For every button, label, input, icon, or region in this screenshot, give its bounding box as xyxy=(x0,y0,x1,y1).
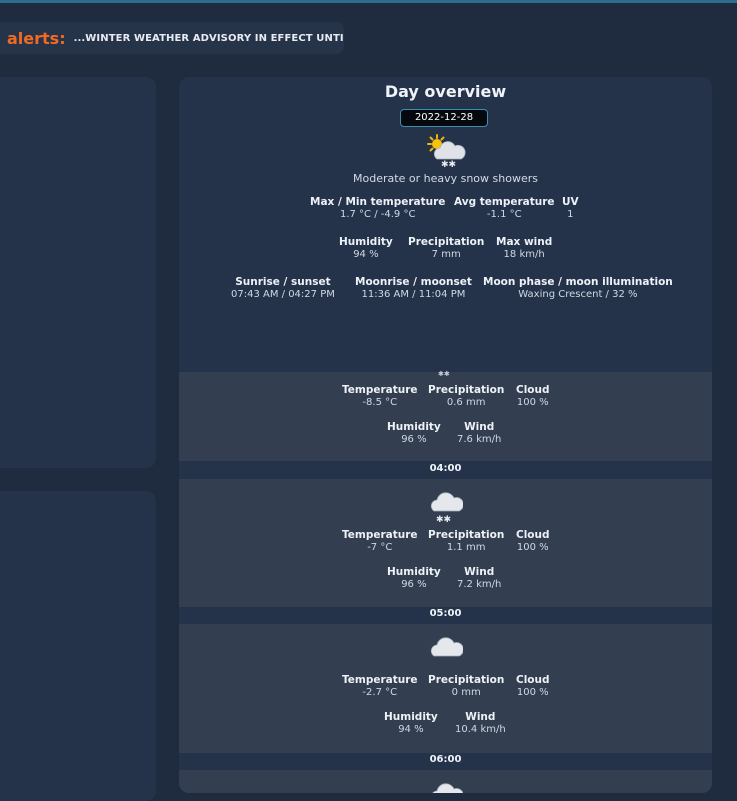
day-overview-card: Day overview ✱✱ Moderate or heavy snow s… xyxy=(179,77,712,793)
svg-text:✱✱: ✱✱ xyxy=(436,515,451,523)
left-panel-top xyxy=(0,77,156,468)
hour-time-label: 04:00 xyxy=(429,463,462,474)
hour-time-label: 06:00 xyxy=(429,754,462,765)
hour-wind: Wind 7.2 km/h xyxy=(457,566,501,590)
uv-label: UV xyxy=(562,196,579,208)
avg-temperature-label: Avg temperature xyxy=(454,196,555,208)
alerts-label: alerts: xyxy=(7,28,66,48)
left-panel-bottom xyxy=(0,491,156,801)
sunrise-sunset-value: 07:43 AM / 04:27 PM xyxy=(231,289,335,300)
hour-precipitation-value: 0 mm xyxy=(451,687,481,698)
svg-text:✱✱: ✱✱ xyxy=(438,370,450,376)
day-overview-title: Day overview xyxy=(384,82,507,101)
hour-wind-label: Wind xyxy=(464,566,495,578)
moonrise-moonset-label: Moonrise / moonset xyxy=(355,276,472,288)
hour-humidity-value: 96 % xyxy=(401,434,427,445)
hour-cloud: Cloud 100 % xyxy=(516,674,550,698)
sun-cloud-snow-icon: ✱✱ xyxy=(427,134,466,169)
hour-temperature-label: Temperature xyxy=(342,529,418,541)
uv-value: 1 xyxy=(567,209,574,220)
moonrise-moonset: Moonrise / moonset 11:36 AM / 11:04 PM xyxy=(355,276,472,300)
humidity-value: 94 % xyxy=(353,249,379,260)
hourly-block: ✱✱ Temperature -7 °C Precipitation 1.1 m… xyxy=(179,479,712,607)
hour-cloud-value: 100 % xyxy=(516,397,549,408)
hour-precipitation: Precipitation 0 mm xyxy=(428,674,504,698)
cloud-snow-icon: ✱✱ xyxy=(430,492,463,523)
hour-humidity: Humidity 96 % xyxy=(387,566,441,590)
hour-temperature: Temperature -8.5 °C xyxy=(342,384,418,408)
hourly-block: Temperature -2.7 °C Precipitation 0 mm C… xyxy=(179,624,712,753)
hour-wind-label: Wind xyxy=(465,711,496,723)
hour-cloud-value: 100 % xyxy=(516,542,549,553)
hour-precipitation-label: Precipitation xyxy=(428,529,505,541)
hourly-block: ✱✱ Temperature -8.5 °C Precipitation 0.6… xyxy=(179,370,712,461)
alerts-banner: alerts: ...WINTER WEATHER ADVISORY IN EF… xyxy=(0,22,344,54)
max-min-temperature-value: 1.7 °C / -4.9 °C xyxy=(339,209,416,220)
hour-precipitation-value: 1.1 mm xyxy=(446,542,486,553)
avg-temperature-value: -1.1 °C xyxy=(486,209,522,220)
hour-wind-label: Wind xyxy=(464,421,495,433)
hour-humidity-label: Humidity xyxy=(387,421,441,433)
condition-text: Moderate or heavy snow showers xyxy=(353,172,538,185)
hour-wind: Wind 7.6 km/h xyxy=(457,421,501,445)
hour-wind-value: 7.6 km/h xyxy=(457,434,502,445)
hour-temperature-value: -8.5 °C xyxy=(362,397,398,408)
cloud-snow-icon: ✱✱ xyxy=(438,370,450,376)
moonrise-moonset-value: 11:36 AM / 11:04 PM xyxy=(361,289,466,300)
hour-cloud-label: Cloud xyxy=(516,529,550,541)
hour-temperature: Temperature -2.7 °C xyxy=(342,674,418,698)
moon-phase-value: Waxing Crescent / 32 % xyxy=(518,289,638,300)
alerts-ticker-text: ...WINTER WEATHER ADVISORY IN EFFECT UNT… xyxy=(73,32,344,44)
precipitation-value: 7 mm xyxy=(431,249,461,260)
cloud-icon xyxy=(430,637,463,657)
max-wind: Max wind 18 km/h xyxy=(496,236,552,260)
hour-cloud-label: Cloud xyxy=(516,674,550,686)
hour-temperature-label: Temperature xyxy=(342,674,418,686)
max-wind-value: 18 km/h xyxy=(503,249,545,260)
max-min-temperature-label: Max / Min temperature xyxy=(310,196,446,208)
hour-temperature-value: -2.7 °C xyxy=(362,687,398,698)
hour-cloud: Cloud 100 % xyxy=(516,384,550,408)
hour-temperature-label: Temperature xyxy=(342,384,418,396)
avg-temperature: Avg temperature -1.1 °C xyxy=(454,196,555,220)
moon-phase-label: Moon phase / moon illumination xyxy=(483,276,673,288)
hour-humidity: Humidity 94 % xyxy=(384,711,438,735)
precipitation-label: Precipitation xyxy=(408,236,485,248)
humidity-label: Humidity xyxy=(339,236,393,248)
hour-humidity: Humidity 96 % xyxy=(387,421,441,445)
hour-temperature: Temperature -7 °C xyxy=(342,529,418,553)
hour-cloud: Cloud 100 % xyxy=(516,529,550,553)
date-picker-input[interactable] xyxy=(400,109,488,127)
moon-phase-illumination: Moon phase / moon illumination Waxing Cr… xyxy=(483,276,673,300)
hour-humidity-value: 94 % xyxy=(398,724,424,735)
max-min-temperature: Max / Min temperature 1.7 °C / -4.9 °C xyxy=(310,196,445,220)
hour-cloud-value: 100 % xyxy=(516,687,549,698)
sunrise-sunset-label: Sunrise / sunset xyxy=(235,276,331,288)
hour-humidity-label: Humidity xyxy=(387,566,441,578)
hour-precipitation-label: Precipitation xyxy=(428,384,505,396)
hour-precipitation-value: 0.6 mm xyxy=(446,397,486,408)
sunrise-sunset: Sunrise / sunset 07:43 AM / 04:27 PM xyxy=(231,276,335,300)
hour-time-label: 05:00 xyxy=(429,608,462,619)
max-wind-label: Max wind xyxy=(496,236,553,248)
precipitation: Precipitation 7 mm xyxy=(408,236,484,260)
cloud-icon xyxy=(432,783,463,793)
humidity: Humidity 94 % xyxy=(339,236,393,260)
hourly-block xyxy=(179,770,712,793)
hour-temperature-value: -7 °C xyxy=(367,542,393,553)
hour-wind: Wind 10.4 km/h xyxy=(455,711,506,735)
hour-precipitation: Precipitation 0.6 mm xyxy=(428,384,504,408)
hour-humidity-label: Humidity xyxy=(384,711,438,723)
hour-humidity-value: 96 % xyxy=(401,579,427,590)
uv-index: UV 1 xyxy=(562,196,579,220)
top-accent-line xyxy=(0,0,737,3)
svg-text:✱✱: ✱✱ xyxy=(441,160,456,169)
hour-precipitation-label: Precipitation xyxy=(428,674,505,686)
hour-wind-value: 7.2 km/h xyxy=(457,579,502,590)
hour-precipitation: Precipitation 1.1 mm xyxy=(428,529,504,553)
hour-cloud-label: Cloud xyxy=(516,384,550,396)
hour-wind-value: 10.4 km/h xyxy=(455,724,506,735)
